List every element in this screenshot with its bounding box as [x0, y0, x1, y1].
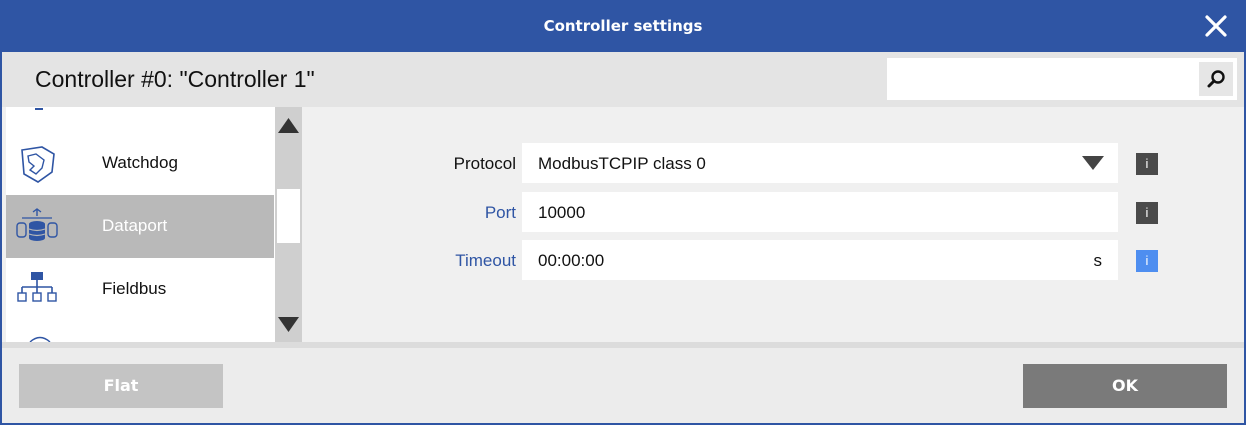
partial-item-icon [35, 108, 43, 110]
sidebar-item-label: Fieldbus [102, 279, 167, 298]
sidebar-item-label: Dataport [102, 216, 168, 235]
network-tree-icon [17, 272, 57, 302]
protocol-info-icon[interactable]: i [1136, 153, 1158, 175]
search-icon [1207, 70, 1225, 88]
timeout-row: Timeout 00:00:00 s i [302, 240, 1244, 280]
sidebar-item-fieldbus[interactable]: Fieldbus [6, 258, 274, 321]
sidebar-item-dataport[interactable]: Dataport [6, 195, 274, 258]
protocol-row: Protocol ModbusTCPIP class 0 i [302, 143, 1244, 183]
dialog-footer: Flat OK [2, 348, 1244, 423]
port-label[interactable]: Port [485, 203, 516, 223]
category-list: Watchdog Dataport Fieldbus [6, 107, 302, 342]
timeout-unit: s [1093, 251, 1103, 270]
controller-header: Controller #0: "Controller 1" [2, 52, 1244, 107]
port-value: 10000 [538, 203, 586, 222]
flat-button[interactable]: Flat [19, 364, 223, 408]
category-items: Watchdog Dataport Fieldbus [6, 107, 274, 342]
close-icon[interactable] [1202, 12, 1230, 40]
scroll-up-arrow-icon[interactable] [277, 115, 300, 135]
ok-button[interactable]: OK [1023, 364, 1227, 408]
database-stack-icon [16, 208, 58, 241]
port-info-icon[interactable]: i [1136, 202, 1158, 224]
scroll-down-arrow-icon[interactable] [277, 315, 300, 335]
protocol-select[interactable]: ModbusTCPIP class 0 [522, 143, 1118, 183]
protocol-label: Protocol [453, 154, 516, 173]
sidebar-item-label: Watchdog [102, 153, 178, 172]
chevron-down-icon[interactable] [1082, 156, 1104, 170]
scroll-thumb[interactable] [277, 189, 300, 243]
title-bar: Controller settings [2, 2, 1244, 52]
controller-settings-dialog: Controller settings Controller #0: "Cont… [0, 0, 1246, 425]
port-row: Port 10000 i [302, 192, 1244, 232]
sidebar-item-watchdog[interactable]: Watchdog [6, 132, 274, 195]
timeout-info-icon[interactable]: i [1136, 250, 1158, 272]
settings-form: Protocol ModbusTCPIP class 0 i Port 1000… [302, 107, 1244, 342]
watchdog-shield-icon [21, 146, 55, 183]
sidebar-scrollbar[interactable] [275, 107, 302, 342]
partial-item-icon [29, 336, 51, 342]
dialog-title: Controller settings [543, 17, 703, 35]
timeout-value: 00:00:00 [538, 251, 605, 270]
search-input[interactable] [887, 58, 1187, 100]
timeout-input[interactable]: 00:00:00 s [522, 240, 1118, 280]
search-box [887, 58, 1237, 100]
port-input[interactable]: 10000 [522, 192, 1118, 232]
protocol-value: ModbusTCPIP class 0 [538, 154, 706, 173]
controller-name: Controller #0: "Controller 1" [35, 66, 315, 92]
search-button[interactable] [1199, 62, 1233, 96]
timeout-label[interactable]: Timeout [455, 251, 516, 271]
